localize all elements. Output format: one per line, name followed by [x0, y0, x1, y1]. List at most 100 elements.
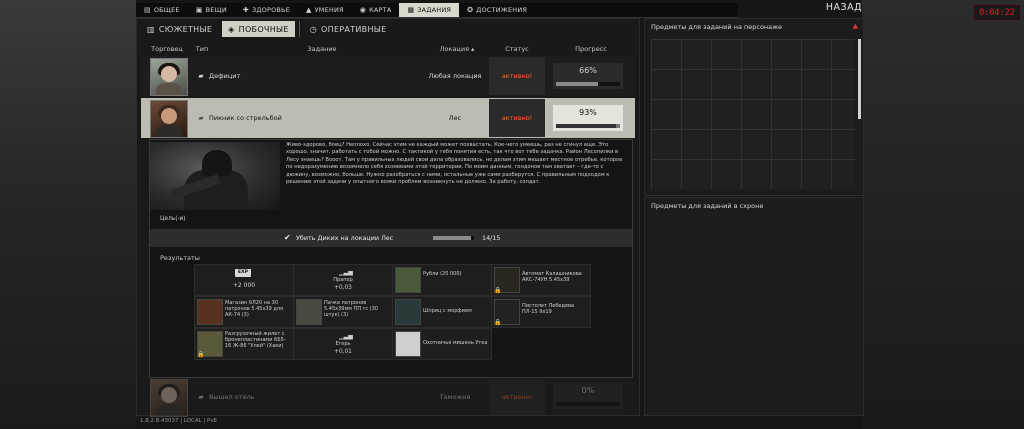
tab-label: ОБЩЕЕ [153, 6, 180, 14]
category-label: ПОБОЧНЫЕ [238, 24, 289, 34]
reward-label: Пистолет Лебедева ПЛ-15 9х19 [522, 303, 575, 315]
reward-item[interactable]: Пачка патронов 5.45х39мм ПП гс (30 штук)… [293, 296, 393, 328]
tab-items[interactable]: ▣ ВЕЩИ [188, 3, 235, 17]
side-quest-icon: ◈ [228, 24, 235, 34]
reputation-icon: ▁▃▅ [339, 269, 353, 276]
tab-label: УМЕНИЯ [314, 6, 344, 14]
quest-status: активно! [489, 57, 545, 95]
background-left [0, 0, 136, 429]
quest-status: активно! [489, 379, 545, 415]
stash-quest-items-panel: Предметы для заданий в схроне [644, 197, 864, 416]
skills-icon: ▲ [306, 6, 312, 14]
top-nav: ▤ ОБЩЕЕ ▣ ВЕЩИ ✚ ЗДОРОВЬЕ ▲ УМЕНИЯ ◉ КАРТА ▦ З… [136, 3, 738, 18]
reward-value: +2 000 [232, 282, 256, 289]
progress-bar [556, 82, 620, 86]
panel-title: Предметы для заданий на персонаже [651, 23, 783, 31]
quest-items-grid[interactable] [651, 39, 855, 189]
tab-story[interactable]: ▥ СЮЖЕТНЫЕ [141, 21, 218, 37]
reward-item[interactable]: Пистолет Лебедева ПЛ-15 9х19 🔒 [491, 296, 591, 328]
quest-progress: 0% [553, 383, 623, 409]
background-right [862, 0, 1024, 429]
quest-status: активно! [489, 99, 545, 137]
bag-icon: ▣ [195, 6, 203, 14]
reward-reputation: ▁▃▅ Егерь +0,01 [293, 328, 393, 360]
column-location[interactable]: Локация ▴ [433, 45, 481, 55]
quest-progress: 66% [553, 63, 623, 89]
reward-label: Автомат Калашникова АКС-74УН 5.45х39 [522, 271, 582, 283]
item-thumbnail [395, 267, 421, 293]
reward-item[interactable]: Разгрузочный жилет с бронепластинами 6Б5… [194, 328, 294, 360]
column-task[interactable]: Задание [257, 45, 387, 55]
clock-icon: ◷ [309, 24, 318, 34]
reward-item[interactable]: Шприц с морфием [392, 296, 492, 328]
tab-general[interactable]: ▤ ОБЩЕЕ [136, 3, 188, 17]
reward-label: Шприц с морфием [423, 308, 472, 314]
tab-label: ВЕЩИ [205, 6, 227, 14]
progress-text: 66% [579, 66, 597, 75]
progress-bar [556, 124, 620, 128]
reward-item[interactable]: Магазин 6Л20 на 30 патронов 5.45х39 для … [194, 296, 294, 328]
quest-name: Дефицит [209, 72, 241, 80]
figure-hood [202, 150, 232, 176]
lock-icon: 🔒 [494, 287, 502, 294]
results-label: Результаты [160, 254, 200, 262]
back-button[interactable]: НАЗАД [812, 2, 862, 16]
column-trader[interactable]: Торговец [145, 45, 189, 55]
column-type[interactable]: Тип [191, 45, 213, 55]
progress-fill [556, 82, 599, 86]
quest-name: Вышел отель [209, 393, 255, 401]
quest-description: Живо-здорово, боец? Неплохо. Сейчас этим… [286, 142, 623, 186]
tab-achievements[interactable]: ✪ ДОСТИЖЕНИЯ [459, 3, 535, 17]
category-tabs: ▥ СЮЖЕТНЫЕ ◈ ПОБОЧНЫЕ ◷ ОПЕРАТИВНЫЕ [141, 21, 392, 37]
reward-exp: EXP +2 000 [194, 264, 294, 296]
tab-label: ЗАДАНИЯ [417, 6, 452, 14]
tab-map[interactable]: ◉ КАРТА [352, 3, 400, 17]
quest-details: Живо-здорово, боец? Неплохо. Сейчас этим… [149, 139, 633, 378]
column-status[interactable]: Статус [493, 45, 541, 55]
tab-divider [298, 21, 300, 37]
tab-skills[interactable]: ▲ УМЕНИЯ [298, 3, 352, 17]
sort-asc-icon: ▴ [471, 45, 475, 53]
avatar-torso [156, 83, 182, 95]
column-location-label: Локация [439, 45, 469, 53]
item-thumbnail [395, 331, 421, 357]
progress-fill [556, 124, 616, 128]
reward-reputation: ▁▃▅ Прапор +0,03 [293, 264, 393, 296]
reward-value: +0,01 [334, 349, 352, 355]
quest-row[interactable]: ▰ Дефицит Любая локация активно! 66% [141, 56, 635, 96]
tab-operational[interactable]: ◷ ОПЕРАТИВНЫЕ [304, 21, 393, 37]
avatar-head [161, 387, 177, 403]
objective-progress-bar [433, 236, 474, 240]
item-thumbnail [296, 299, 322, 325]
quest-type-icon: ▰ [198, 393, 204, 401]
objective-progress-fill [433, 236, 472, 240]
reputation-icon: ▁▃▅ [339, 333, 353, 340]
progress-bar [556, 402, 620, 406]
category-label: ОПЕРАТИВНЫЕ [321, 24, 387, 34]
tab-health[interactable]: ✚ ЗДОРОВЬЕ [235, 3, 298, 17]
quest-row[interactable]: ▰ Вышел отель Таможня активно! 0% [141, 379, 635, 417]
scrollbar[interactable] [858, 39, 861, 119]
tab-tasks[interactable]: ▦ ЗАДАНИЯ [399, 3, 460, 17]
panel-title: Предметы для заданий в схроне [651, 202, 764, 210]
reward-label: Охотничья мишень Утка [423, 340, 488, 346]
build-info: 1.8.2.8.43037 | LOCAL | PvE [140, 418, 218, 424]
reward-item[interactable]: Автомат Калашникова АКС-74УН 5.45х39 🔒 [491, 264, 591, 296]
reward-item[interactable]: Рубли (20 000) [392, 264, 492, 296]
lock-icon: 🔒 [197, 351, 205, 358]
reward-item[interactable]: Охотничья мишень Утка [392, 328, 492, 360]
goals-label: Цель(-и) [160, 216, 186, 222]
avatar-torso [156, 125, 182, 137]
quest-row-selected[interactable]: ▰ Пикник со стрельбой Лес активно! 93% [141, 98, 635, 138]
lock-icon: 🔒 [494, 319, 502, 326]
health-icon: ✚ [242, 6, 249, 14]
objective-text: Убить Диких на локации Лес [296, 234, 394, 242]
quest-location: Любая локация [428, 72, 482, 80]
quest-type-icon: ▰ [198, 72, 204, 80]
reward-label: Магазин 6Л20 на 30 патронов 5.45х39 для … [225, 300, 284, 318]
reward-label: Егерь [335, 341, 351, 347]
achievements-icon: ✪ [467, 6, 474, 14]
column-progress[interactable]: Прогресс [561, 45, 621, 55]
progress-text: 93% [579, 108, 597, 117]
tab-side[interactable]: ◈ ПОБОЧНЫЕ [222, 21, 295, 37]
